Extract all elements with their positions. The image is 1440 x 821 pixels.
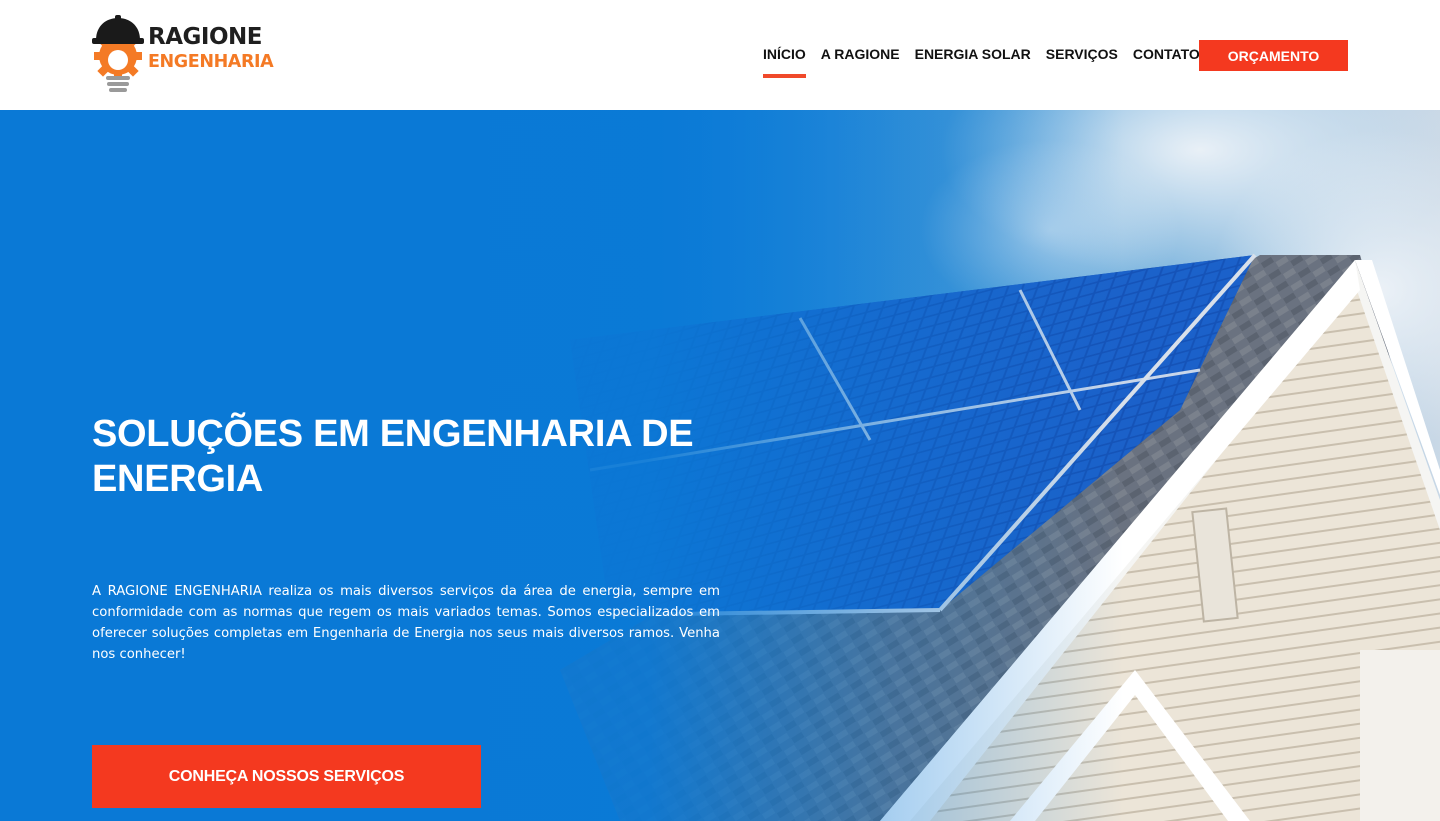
site-header: RAGIONE ENGENHARIA INÍCIO A RAGIONE ENER… (0, 0, 1440, 110)
hero-title: SOLUÇÕES EM ENGENHARIA DE ENERGIA (92, 413, 694, 500)
nav-item-inicio[interactable]: INÍCIO (763, 46, 806, 78)
hero-description: A RAGIONE ENGENHARIA realiza os mais div… (92, 584, 720, 662)
hardhat-gear-bulb-logo-icon (92, 15, 144, 92)
ragione-logo[interactable]: RAGIONE ENGENHARIA (90, 14, 274, 96)
nav-item-servicos[interactable]: SERVIÇOS (1046, 46, 1118, 62)
nav-item-contato[interactable]: CONTATO (1133, 46, 1200, 62)
orcamento-button[interactable]: ORÇAMENTO (1199, 40, 1348, 71)
main-nav: INÍCIO A RAGIONE ENERGIA SOLAR SERVIÇOS … (763, 46, 1215, 78)
logo-name-line1: RAGIONE (148, 24, 262, 50)
nav-item-a-ragione[interactable]: A RAGIONE (821, 46, 900, 62)
hero-section: SOLUÇÕES EM ENGENHARIA DE ENERGIA A RAGI… (0, 110, 1440, 821)
nav-item-energia-solar[interactable]: ENERGIA SOLAR (915, 46, 1031, 62)
logo-name-line2: ENGENHARIA (148, 52, 274, 72)
conheca-servicos-button[interactable]: CONHEÇA NOSSOS SERVIÇOS (92, 745, 481, 808)
